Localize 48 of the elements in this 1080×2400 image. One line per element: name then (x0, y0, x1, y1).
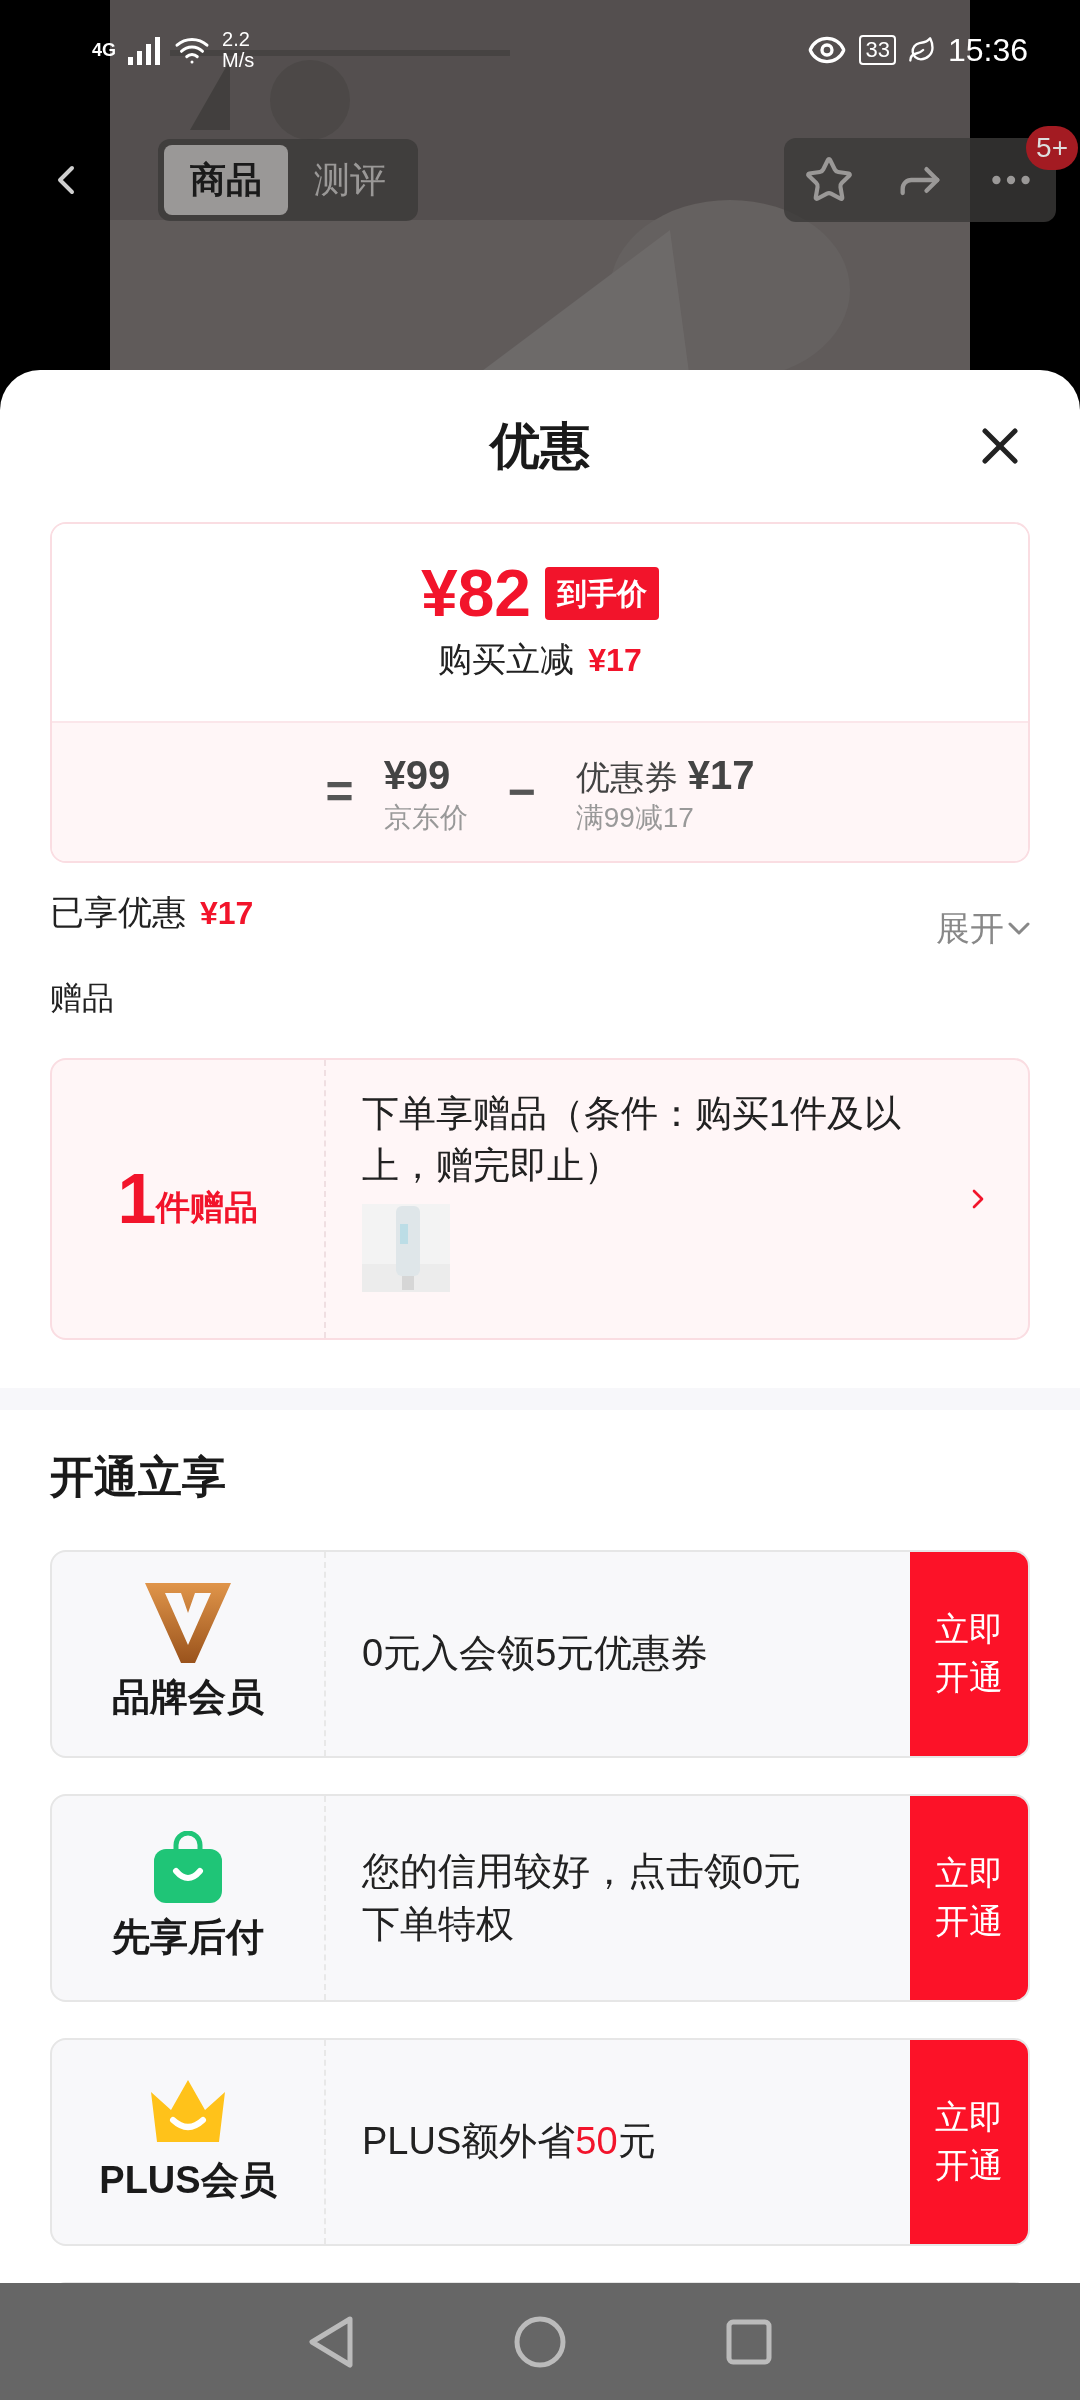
leaf-icon (907, 36, 936, 64)
activate-button[interactable]: 立即开通 (910, 2040, 1028, 2244)
membership-card[interactable]: PLUS会员 PLUS额外省50元 立即开通 (50, 2038, 1030, 2246)
tab[interactable]: 测评 (288, 145, 412, 215)
membership-name: 先享后付 (112, 1914, 264, 1960)
activate-button[interactable]: 立即开通 (910, 1796, 1028, 2000)
battery-indicator: 33 (859, 35, 896, 65)
membership-offer: 您的信用较好，点击领0元下单特权 (362, 1848, 803, 1947)
expand-button[interactable]: 展开 (936, 903, 1030, 954)
gift-heading: 赠品 (50, 979, 115, 1018)
membership-offer: PLUS额外省50元 (362, 2119, 656, 2165)
enjoyed-discount-label: 已享优惠 (50, 892, 186, 933)
chevron-down-icon (1008, 922, 1030, 935)
sheet-title: 优惠 (490, 416, 590, 476)
membership-name: 品牌会员 (112, 1674, 264, 1720)
speed-unit: M/s (222, 50, 255, 71)
membership-card[interactable]: 先享后付 您的信用较好，点击领0元下单特权 立即开通 (50, 1794, 1030, 2002)
final-price: ¥82 (420, 560, 532, 626)
enjoyed-discount-amount: ¥17 (200, 893, 254, 933)
v-logo-icon (145, 1582, 231, 1663)
equals-sign: = (325, 764, 354, 820)
saving-amount: ¥17 (588, 640, 642, 680)
back-nav-icon[interactable] (308, 2314, 354, 2369)
recents-nav-icon[interactable] (726, 2318, 772, 2365)
shopping-bag-icon (152, 1830, 224, 1903)
notification-badge: 5+ (1026, 126, 1078, 170)
minus-sign: − (507, 764, 536, 820)
gift-description: 下单享赠品（条件：购买1件及以上，赠完即止） (362, 1092, 902, 1188)
membership-card[interactable]: 品牌会员 0元入会领5元优惠券 立即开通 (50, 1550, 1030, 1758)
coupon-label: 优惠券 (575, 756, 678, 798)
membership-name: PLUS会员 (99, 2157, 277, 2203)
tab[interactable]: 商品 (164, 145, 288, 215)
network-label: 4G (92, 38, 116, 62)
coupon-rule: 满99减17 (575, 800, 695, 835)
final-price-tag: 到手价 (545, 566, 660, 620)
gift-card[interactable]: 1件赠品 下单享赠品（条件：购买1件及以上，赠完即止） (50, 1058, 1030, 1340)
clock: 15:36 (947, 31, 1028, 70)
saving-label: 购买立减 (438, 639, 575, 680)
speed-value: 2.2 (222, 29, 251, 50)
base-price: ¥99 (383, 751, 452, 799)
base-price-label: 京东价 (383, 800, 468, 835)
membership-offer: 0元入会领5元优惠券 (362, 1631, 709, 1677)
gift-unit: 件赠品 (156, 1186, 259, 1228)
coupon-amount: ¥17 (687, 751, 755, 799)
home-nav-icon[interactable] (514, 2315, 566, 2368)
signal-icon (128, 35, 162, 65)
activate-button[interactable]: 立即开通 (910, 1552, 1028, 1756)
membership-heading: 开通立享 (50, 1451, 227, 1503)
